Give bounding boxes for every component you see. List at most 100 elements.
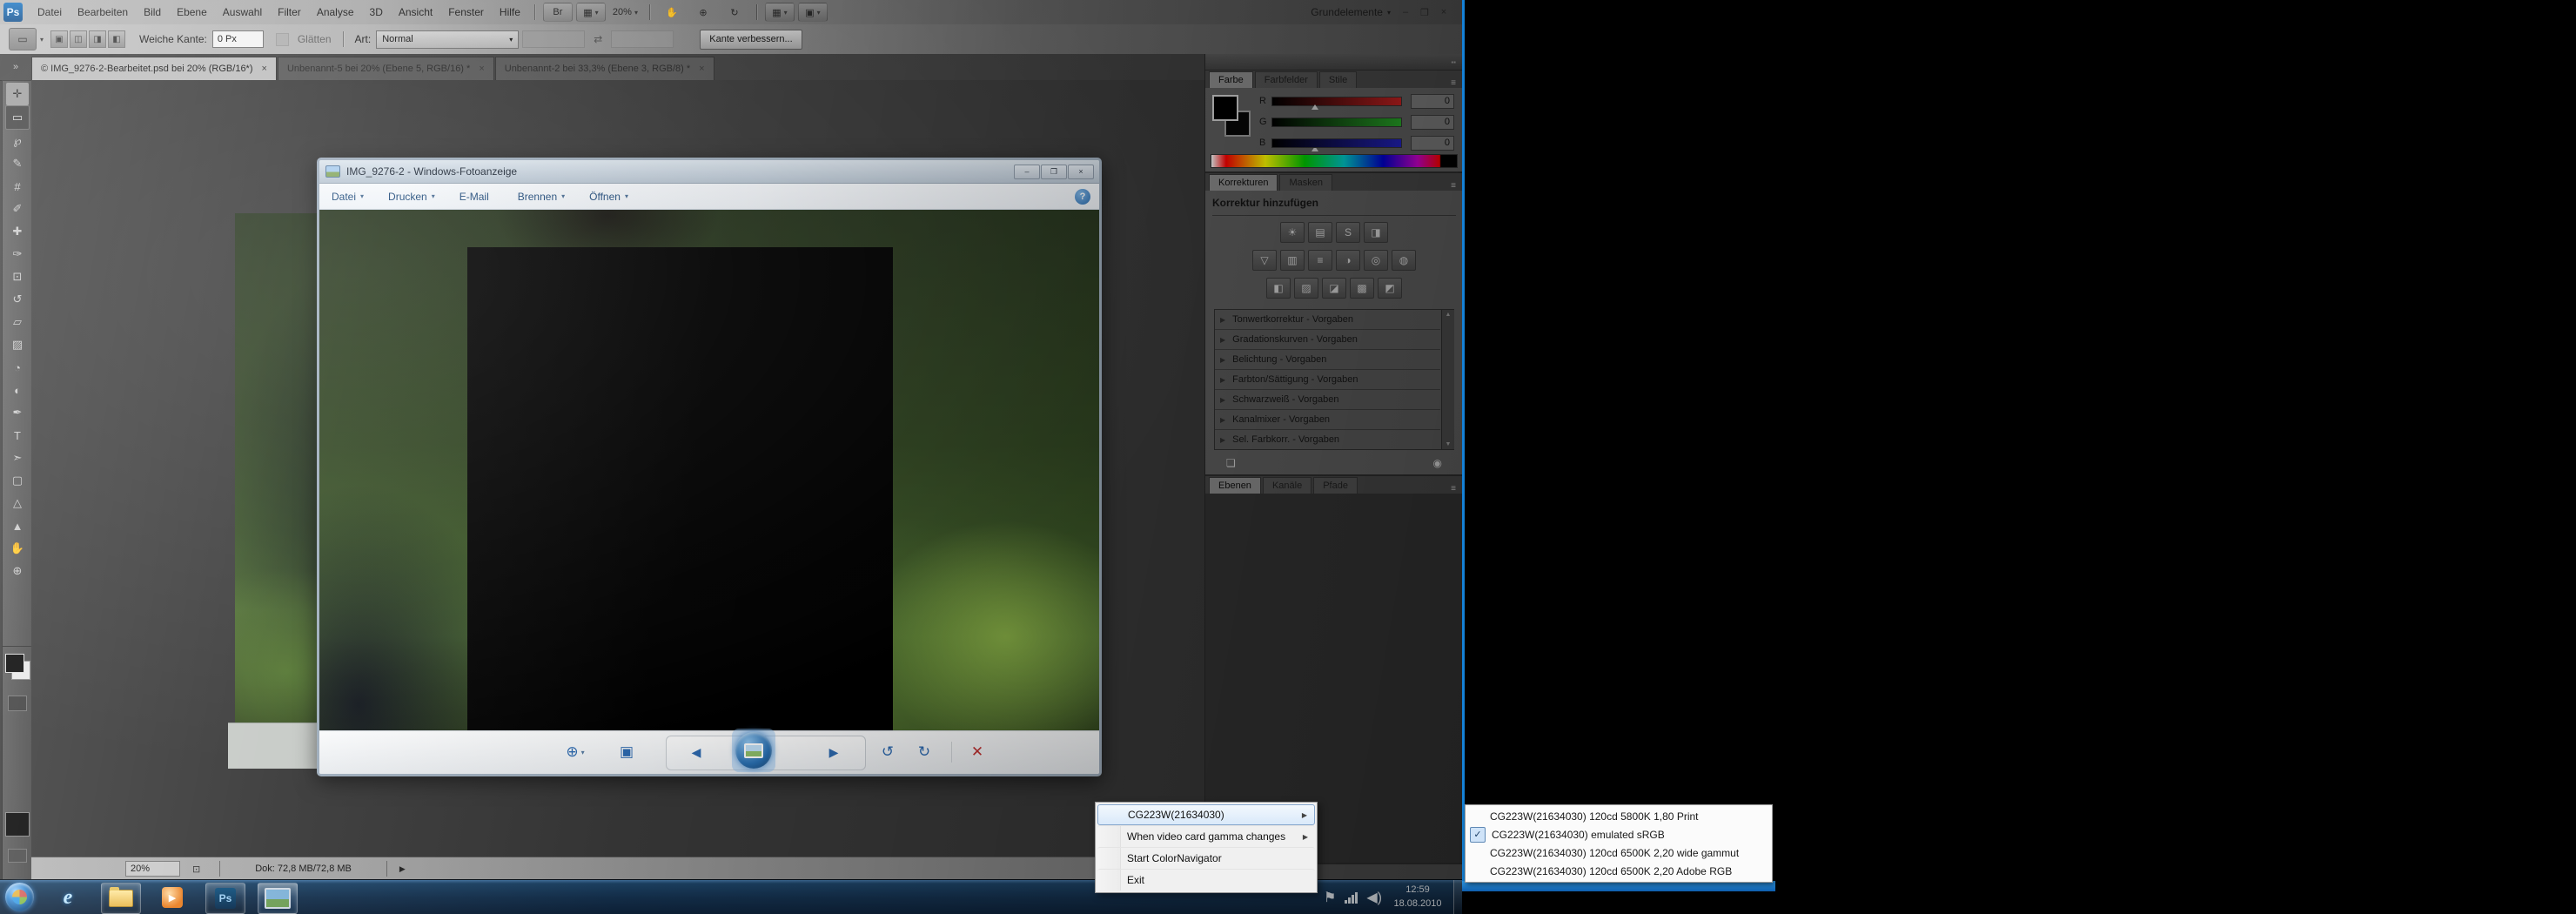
show-desktop-button[interactable] [1453, 880, 1462, 914]
menubar-item[interactable]: Bild [136, 0, 169, 24]
next-button[interactable]: ▶ [812, 740, 855, 764]
preset-group-row[interactable]: ▶ Belichtung - Vorgaben [1215, 350, 1440, 370]
red-value-field[interactable]: 0 [1411, 94, 1454, 109]
toolbox-tool[interactable]: ✐ [6, 198, 29, 220]
toolbox-tool[interactable]: ↺ [6, 288, 29, 311]
photoshop-logo-icon[interactable]: Ps [3, 3, 23, 22]
refine-edge-button[interactable]: Kante verbessern... [700, 30, 802, 50]
color-ramp[interactable] [1211, 154, 1458, 168]
dock-header[interactable]: ▪▪ [1205, 54, 1463, 71]
toolbox-tool[interactable]: ◔ [6, 356, 29, 379]
disclosure-triangle-icon[interactable]: ▶ [1220, 316, 1225, 324]
scroll-down-icon[interactable]: ▼ [1446, 441, 1452, 447]
panel-tab[interactable]: Masken [1279, 174, 1332, 191]
document-tab[interactable]: Unbenannt-5 bei 20% (Ebene 5, RGB/16) * … [278, 57, 494, 80]
adjustment-icon[interactable]: ◍ [1392, 250, 1416, 271]
viewer-menu-item[interactable]: E-Mail [447, 184, 506, 209]
menubar-item[interactable]: Fenster [440, 0, 492, 24]
close-tab-icon[interactable]: × [479, 64, 484, 74]
panel-tab[interactable]: Farbe [1209, 71, 1253, 88]
disclosure-triangle-icon[interactable]: ▶ [1220, 416, 1225, 424]
taskbar-photo-viewer[interactable] [258, 883, 298, 914]
foreground-color-swatch[interactable] [1212, 95, 1238, 121]
toolbox-tool[interactable]: ✚ [6, 220, 29, 243]
toolbox-tool[interactable]: ▲ [6, 514, 29, 537]
hand-tool-icon[interactable]: ✋ [658, 3, 686, 21]
disclosure-triangle-icon[interactable]: ▶ [1220, 336, 1225, 344]
panel-tab[interactable]: Stile [1319, 71, 1357, 88]
selection-mode-button[interactable]: ◧ [108, 30, 125, 48]
document-tab[interactable]: Unbenannt-2 bei 33,3% (Ebene 3, RGB/8) *… [495, 57, 714, 80]
arrange-documents-button[interactable]: ▦ ▾ [765, 3, 795, 22]
preset-group-row[interactable]: ▶ Sel. Farbkorr. - Vorgaben [1215, 430, 1440, 449]
foreground-color-swatch[interactable] [5, 654, 24, 673]
toolbox-tool[interactable]: ✛ [6, 83, 29, 105]
selection-mode-button[interactable]: ◨ [89, 30, 106, 48]
launch-bridge-button[interactable]: Br [543, 3, 573, 22]
menubar-item[interactable]: Analyse [309, 0, 362, 24]
profile-menu-item[interactable]: CG223W(21634030) 120cd 6500K 2,20 Adobe … [1467, 862, 1770, 880]
adjustment-icon[interactable]: ◨ [1364, 222, 1388, 243]
context-menu-item[interactable]: When video card gamma changes ▶ [1097, 825, 1315, 847]
previous-button[interactable]: ◀ [674, 740, 718, 764]
zoom-level-field[interactable]: 20% ▾ [609, 3, 641, 21]
green-value-field[interactable]: 0 [1411, 115, 1454, 130]
selection-mode-button[interactable]: ▣ [50, 30, 68, 48]
screen-mode-button[interactable]: ▣ ▾ [798, 3, 828, 22]
view-extras-button[interactable]: ▦ ▾ [576, 3, 606, 22]
toolbox-tool[interactable]: ⊕ [6, 560, 29, 582]
adjustment-icon[interactable]: ▩ [1350, 278, 1374, 299]
toolbox-tool[interactable]: ➣ [6, 447, 29, 469]
disclosure-triangle-icon[interactable]: ▶ [1220, 396, 1225, 404]
viewer-menu-item[interactable]: Drucken▾ [376, 184, 447, 209]
adjustment-icon[interactable]: ◧ [1266, 278, 1291, 299]
panel-footer-icon[interactable]: ❏ [1226, 457, 1236, 469]
green-slider[interactable] [1271, 118, 1402, 127]
screen-mode-toggle[interactable] [8, 849, 27, 863]
feather-input[interactable]: 0 Px [212, 30, 264, 48]
status-zoom-field[interactable]: 20% [125, 861, 180, 877]
red-slider[interactable] [1271, 97, 1402, 106]
context-menu-item[interactable]: Exit [1097, 869, 1315, 890]
taskbar-explorer[interactable] [101, 883, 141, 914]
document-size-readout[interactable]: Dok: 72,8 MB/72,8 MB [219, 861, 387, 877]
profile-menu-item[interactable]: ✓ CG223W(21634030) emulated sRGB [1467, 825, 1770, 843]
toolbox-tool[interactable]: ℘ [6, 130, 29, 152]
toolbox-tool[interactable]: ✑ [6, 243, 29, 265]
quick-mask-button[interactable] [8, 696, 27, 711]
toolbox-collapse-button[interactable]: » [0, 54, 31, 81]
volume-icon[interactable]: ◀) [1366, 889, 1382, 906]
toolbox-tool[interactable]: ▱ [6, 311, 29, 333]
menubar-item[interactable]: Bearbeiten [70, 0, 136, 24]
context-menu-item[interactable]: CG223W(21634030) ▶ [1097, 804, 1315, 825]
toolbox-tool[interactable]: ▭ [5, 105, 30, 130]
panel-tab[interactable]: Ebenen [1209, 477, 1261, 494]
adjustment-icon[interactable]: ◑ [1336, 250, 1360, 271]
taskbar-photoshop[interactable]: Ps [205, 883, 245, 914]
panel-tab[interactable]: Kanäle [1263, 477, 1311, 494]
color-swatch[interactable] [5, 812, 30, 837]
blue-slider[interactable] [1271, 138, 1402, 148]
preset-group-row[interactable]: ▶ Tonwertkorrektur - Vorgaben [1215, 310, 1440, 330]
menubar-item[interactable]: Ebene [169, 0, 215, 24]
network-icon[interactable] [1345, 891, 1358, 904]
taskbar-clock[interactable]: 12:59 18.08.2010 [1385, 883, 1450, 911]
toolbox-tool[interactable]: ◐ [6, 379, 29, 401]
preset-group-row[interactable]: ▶ Kanalmixer - Vorgaben [1215, 410, 1440, 430]
menubar-item[interactable]: Datei [30, 0, 70, 24]
toolbox-tool[interactable]: # [6, 175, 29, 198]
menubar-item[interactable]: Auswahl [215, 0, 270, 24]
context-menu-item[interactable]: Start ColorNavigator [1097, 847, 1315, 869]
antialias-checkbox[interactable] [276, 33, 289, 46]
close-button[interactable]: × [1068, 165, 1094, 179]
actual-size-button[interactable]: ▣ [614, 740, 640, 764]
rotate-clockwise-button[interactable]: ↻ [909, 740, 939, 764]
viewer-menu-item[interactable]: Datei▾ [319, 184, 376, 209]
delete-button[interactable]: ✕ [960, 740, 995, 764]
toolbox-tool[interactable]: △ [6, 492, 29, 514]
zoom-tool-icon[interactable]: ⊕ [689, 3, 717, 21]
help-button[interactable]: ? [1075, 189, 1090, 205]
start-button[interactable] [5, 883, 34, 911]
adjustment-icon[interactable]: ≡ [1308, 250, 1332, 271]
panel-menu-icon[interactable]: ≡ [1444, 78, 1463, 88]
